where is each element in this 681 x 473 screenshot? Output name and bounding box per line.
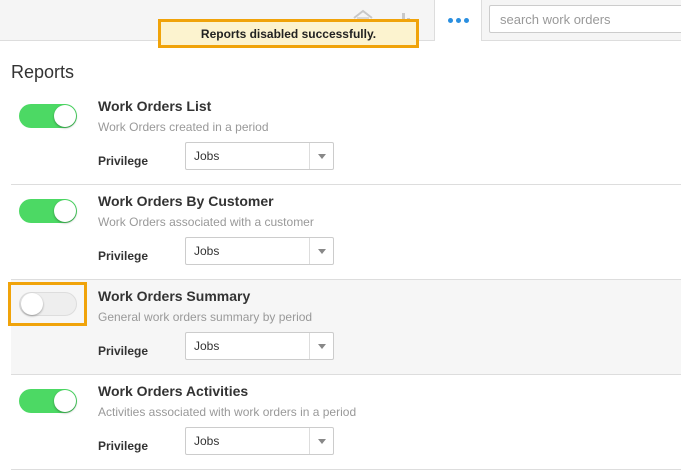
chevron-down-icon [317, 153, 326, 159]
toggle-highlight [8, 282, 87, 326]
report-description: Activities associated with work orders i… [98, 405, 357, 419]
privilege-select[interactable]: Jobs [185, 427, 334, 455]
privilege-select[interactable]: Jobs [185, 237, 334, 265]
report-title: Work Orders List [98, 98, 212, 114]
chevron-down-icon [317, 248, 326, 254]
more-button[interactable] [434, 0, 482, 41]
success-notice: Reports disabled successfully. [158, 19, 419, 48]
page-title: Reports [11, 62, 75, 82]
toggle-knob [54, 390, 76, 412]
report-title: Work Orders Summary [98, 288, 251, 304]
report-toggle[interactable] [19, 199, 77, 223]
privilege-value: Jobs [194, 149, 220, 163]
report-toggle[interactable] [19, 104, 77, 128]
privilege-select[interactable]: Jobs [185, 142, 334, 170]
search-input[interactable] [489, 5, 681, 33]
report-row: Work Orders By Customer Work Orders asso… [11, 185, 681, 280]
privilege-value: Jobs [194, 434, 220, 448]
report-row: Work Orders List Work Orders created in … [11, 90, 681, 185]
toggle-knob [54, 200, 76, 222]
report-description: Work Orders created in a period [98, 120, 269, 134]
privilege-label: Privilege [98, 439, 149, 453]
privilege-label: Privilege [98, 344, 149, 358]
report-title: Work Orders By Customer [98, 193, 274, 209]
report-description: General work orders summary by period [98, 310, 313, 324]
privilege-select[interactable]: Jobs [185, 332, 334, 360]
chevron-down-icon [317, 438, 326, 444]
notice-text: Reports disabled successfully. [200, 26, 377, 41]
privilege-value: Jobs [194, 339, 220, 353]
report-row: Work Orders Summary General work orders … [8, 280, 681, 375]
privilege-label: Privilege [98, 249, 149, 263]
report-row: Work Orders Activities Activities associ… [11, 375, 681, 470]
privilege-value: Jobs [194, 244, 220, 258]
chevron-down-icon [317, 343, 326, 349]
report-title: Work Orders Activities [98, 383, 249, 399]
more-dots-icon [447, 18, 453, 23]
toggle-knob [54, 105, 76, 127]
report-description: Work Orders associated with a customer [98, 215, 314, 229]
report-toggle[interactable] [19, 292, 77, 316]
privilege-label: Privilege [98, 154, 149, 168]
report-toggle[interactable] [19, 389, 77, 413]
toggle-knob [21, 293, 43, 315]
